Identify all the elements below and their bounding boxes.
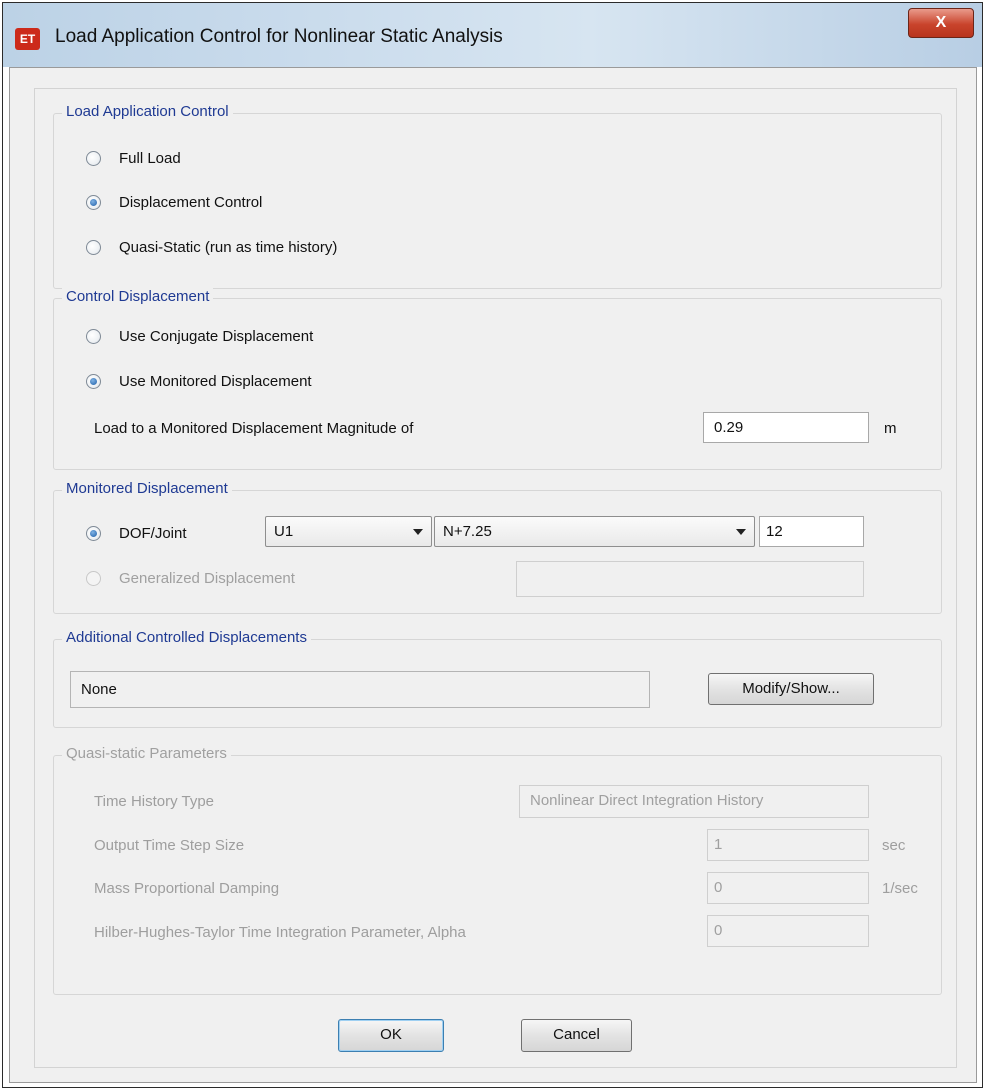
- load-application-control-group: Load Application Control Full Load Displ…: [53, 103, 942, 289]
- window-title: Load Application Control for Nonlinear S…: [55, 26, 503, 47]
- mass-proportional-damping-label: Mass Proportional Damping: [94, 880, 280, 897]
- quasi-static-radio[interactable]: [86, 240, 101, 255]
- monitored-displacement-group: Monitored Displacement DOF/Joint U1 N+7.…: [53, 480, 942, 614]
- quasi-static-parameters-group: Quasi-static Parameters Time History Typ…: [53, 745, 942, 995]
- use-monitored-displacement-label: Use Monitored Displacement: [119, 373, 312, 390]
- use-monitored-displacement-radio[interactable]: [86, 374, 101, 389]
- outer-panel: Load Application Control Full Load Displ…: [34, 88, 957, 1068]
- dialog-client-area: Load Application Control Full Load Displ…: [9, 67, 977, 1083]
- joint-number-input[interactable]: 12: [759, 516, 864, 547]
- use-conjugate-displacement-radio[interactable]: [86, 329, 101, 344]
- additional-controlled-displacements-group: Additional Controlled Displacements None…: [53, 629, 942, 728]
- additional-controlled-displacements-legend: Additional Controlled Displacements: [62, 629, 311, 646]
- close-button[interactable]: X: [908, 8, 974, 38]
- etabs-app-icon: ET: [15, 28, 40, 50]
- generalized-displacement-radio[interactable]: [86, 571, 101, 586]
- magnitude-input[interactable]: 0.29: [703, 412, 869, 443]
- magnitude-unit: m: [884, 420, 897, 437]
- control-displacement-group: Control Displacement Use Conjugate Displ…: [53, 288, 942, 470]
- time-history-type-field[interactable]: Nonlinear Direct Integration History: [519, 785, 869, 818]
- hht-alpha-input[interactable]: 0: [707, 915, 869, 947]
- use-conjugate-displacement-label: Use Conjugate Displacement: [119, 328, 314, 345]
- joint-label-select[interactable]: N+7.25: [434, 516, 755, 547]
- additional-displacements-list: None: [70, 671, 650, 708]
- quasi-static-label: Quasi-Static (run as time history): [119, 239, 338, 256]
- cancel-button[interactable]: Cancel: [521, 1019, 632, 1052]
- generalized-displacement-label: Generalized Displacement: [119, 570, 295, 587]
- output-time-step-input[interactable]: 1: [707, 829, 869, 861]
- title-bar[interactable]: ET Load Application Control for Nonlinea…: [3, 3, 982, 67]
- dof-joint-label: DOF/Joint: [119, 525, 187, 542]
- modify-show-button[interactable]: Modify/Show...: [708, 673, 874, 705]
- magnitude-label: Load to a Monitored Displacement Magnitu…: [94, 420, 414, 437]
- chevron-down-icon: [413, 529, 423, 535]
- monitored-displacement-legend: Monitored Displacement: [62, 480, 232, 497]
- full-load-radio[interactable]: [86, 151, 101, 166]
- chevron-down-icon: [736, 529, 746, 535]
- dof-joint-radio[interactable]: [86, 526, 101, 541]
- control-displacement-legend: Control Displacement: [62, 288, 214, 305]
- generalized-displacement-field[interactable]: [516, 561, 864, 597]
- output-time-step-label: Output Time Step Size: [94, 837, 245, 854]
- dof-select[interactable]: U1: [265, 516, 432, 547]
- time-history-type-label: Time History Type: [94, 793, 215, 810]
- dialog-window: ET Load Application Control for Nonlinea…: [2, 2, 983, 1088]
- displacement-control-label: Displacement Control: [119, 194, 263, 211]
- dof-select-value: U1: [274, 523, 294, 540]
- full-load-label: Full Load: [119, 150, 181, 167]
- ok-button[interactable]: OK: [338, 1019, 444, 1052]
- mass-proportional-damping-unit: 1/sec: [882, 880, 918, 897]
- hht-alpha-label: Hilber-Hughes-Taylor Time Integration Pa…: [94, 924, 466, 941]
- mass-proportional-damping-input[interactable]: 0: [707, 872, 869, 904]
- output-time-step-unit: sec: [882, 837, 906, 854]
- quasi-static-parameters-legend: Quasi-static Parameters: [62, 745, 231, 762]
- load-application-control-legend: Load Application Control: [62, 103, 233, 120]
- displacement-control-radio[interactable]: [86, 195, 101, 210]
- joint-label-select-value: N+7.25: [443, 523, 492, 540]
